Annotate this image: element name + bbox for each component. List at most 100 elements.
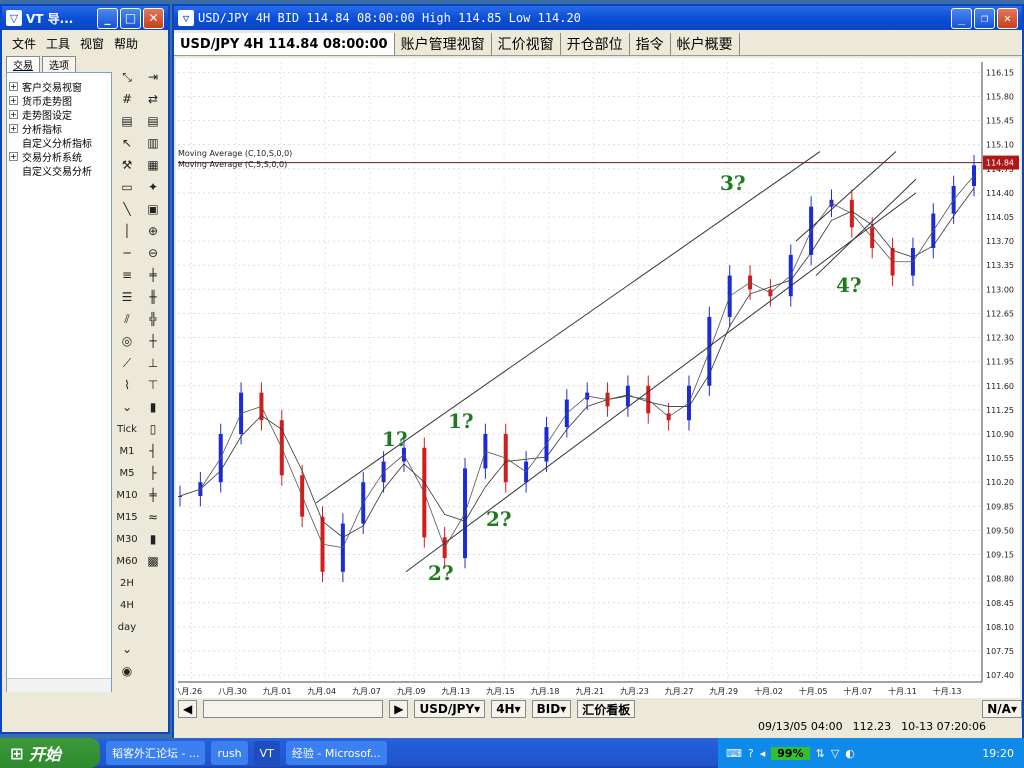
tools-icon[interactable]: ⚒ — [116, 154, 138, 176]
new-window-icon[interactable]: ✦ — [142, 176, 164, 198]
window-list-icon[interactable]: ▣ — [142, 198, 164, 220]
timeframe-m10[interactable]: M10 — [116, 484, 138, 506]
expand-icon[interactable]: + — [9, 95, 18, 105]
timeframe-4h[interactable]: 4H — [116, 594, 138, 616]
symbol-select[interactable]: USD/JPY ▾ — [414, 700, 486, 718]
hline-icon[interactable]: ─ — [116, 242, 138, 264]
close-button[interactable]: ✕ — [143, 7, 164, 29]
chart-area[interactable]: 116.15115.80115.45115.10114.75114.40114.… — [176, 58, 1020, 698]
expand-icon[interactable]: + — [9, 123, 18, 133]
close-button[interactable]: ✕ — [997, 7, 1018, 29]
wave-icon[interactable]: ⌇ — [116, 374, 138, 396]
tab-trade[interactable]: 交易 — [6, 56, 40, 73]
taskbar-item-vt[interactable]: VT — [253, 741, 280, 765]
help-icon[interactable]: ? — [748, 747, 754, 760]
expand-icon[interactable]: + — [9, 81, 18, 91]
timeframe-m1[interactable]: M1 — [116, 440, 138, 462]
expand-icon[interactable]: + — [9, 151, 18, 161]
keyboard-icon[interactable]: ⌨ — [726, 747, 742, 760]
cursor-icon[interactable]: ⤡ — [116, 66, 138, 88]
chevron-down-icon[interactable]: ⌄ — [116, 396, 138, 418]
tree-item-custom-indicators[interactable]: 自定义分析指标 — [9, 135, 109, 150]
line-icon[interactable]: ╲ — [116, 198, 138, 220]
zoom-in-icon[interactable]: ⊕ — [142, 220, 164, 242]
grid-icon[interactable]: # — [116, 88, 138, 110]
maximize-button[interactable]: □ — [120, 7, 141, 29]
channel-icon[interactable]: ≡ — [116, 264, 138, 286]
fib-icon[interactable]: ☰ — [116, 286, 138, 308]
chevron-down-icon[interactable]: ⌄ — [116, 638, 138, 660]
timeframe-day[interactable]: day — [116, 616, 138, 638]
gann-icon[interactable]: ⫽ — [116, 308, 138, 330]
tree-item-client-window[interactable]: + 客户交易视窗 — [9, 79, 109, 94]
tab-orders[interactable]: 指令 — [630, 33, 671, 55]
wave-icon[interactable]: ≈ — [142, 506, 164, 528]
minimize-button[interactable]: _ — [951, 7, 972, 29]
circle-icon[interactable]: ◎ — [116, 330, 138, 352]
crosshair-icon[interactable]: ╪ — [142, 264, 164, 286]
pin-icon[interactable]: ⇥ — [142, 66, 164, 88]
arrow-icon[interactable]: ↖ — [116, 132, 138, 154]
tab-options[interactable]: 选项 — [42, 56, 76, 73]
tab-quotes[interactable]: 汇价视窗 — [492, 33, 561, 55]
timeframe-tick[interactable]: Tick — [116, 418, 138, 440]
tab-chart[interactable]: USD/JPY 4H 114.84 08:00:00 — [174, 33, 395, 55]
pattern-icon[interactable]: ▩ — [142, 550, 164, 572]
expand-icon[interactable]: + — [9, 109, 18, 119]
taskbar-item-forum[interactable]: 韬客外汇论坛 - ... — [106, 741, 206, 765]
candle-icon[interactable]: ▮ — [142, 396, 164, 418]
volume-icon[interactable]: ◐ — [845, 747, 855, 760]
quote-board-button[interactable]: 汇价看板 — [577, 700, 636, 718]
timeframe-m60[interactable]: M60 — [116, 550, 138, 572]
tab-summary[interactable]: 帐户概要 — [671, 33, 740, 55]
taskbar-item-rush[interactable]: rush — [211, 741, 248, 765]
menu-help[interactable]: 帮助 — [114, 35, 138, 52]
vt-tray-icon[interactable]: ▽ — [831, 747, 839, 760]
timeframe-m5[interactable]: M5 — [116, 462, 138, 484]
vline-icon[interactable]: │ — [116, 220, 138, 242]
scroll-left-button[interactable]: ◀ — [178, 700, 198, 718]
print-icon[interactable]: ▤ — [116, 110, 138, 132]
restore-button[interactable]: ❐ — [974, 7, 995, 29]
layout-grid-icon[interactable]: ▦ — [142, 154, 164, 176]
zoom-select[interactable]: N/A ▾ — [982, 700, 1022, 718]
chart-titlebar[interactable]: ▽ USD/JPY 4H BID 114.84 08:00:00 High 11… — [174, 6, 1022, 30]
scroll-right-button[interactable]: ▶ — [389, 700, 409, 718]
menu-view[interactable]: 视窗 — [80, 35, 104, 52]
layout-cols-icon[interactable]: ▥ — [142, 132, 164, 154]
candle-green-icon[interactable]: ▮ — [142, 528, 164, 550]
line-chart-icon[interactable]: ╪ — [142, 484, 164, 506]
candle-red-icon[interactable]: ▯ — [142, 418, 164, 440]
layout-rows-icon[interactable]: ▤ — [142, 110, 164, 132]
ray-icon[interactable]: ⟋ — [116, 352, 138, 374]
start-button[interactable]: ⊞ 开始 — [0, 738, 100, 768]
swap-icon[interactable]: ⇄ — [142, 88, 164, 110]
tree-item-custom-trading[interactable]: 自定义交易分析 — [9, 163, 109, 178]
tab-positions[interactable]: 开仓部位 — [561, 33, 630, 55]
folder-icon[interactable]: ▭ — [116, 176, 138, 198]
timeframe-m15[interactable]: M15 — [116, 506, 138, 528]
settings-icon[interactable]: ◉ — [116, 660, 138, 682]
battery-indicator[interactable]: 99% — [771, 746, 810, 760]
ohlc-2-icon[interactable]: ├ — [142, 462, 164, 484]
taskbar-item-word[interactable]: 经验 - Microsof... — [285, 741, 387, 765]
tree-item-currency-charts[interactable]: + 货币走势图 — [9, 93, 109, 108]
zoom-out-icon[interactable]: ⊖ — [142, 242, 164, 264]
scale-icon[interactable]: ⊤ — [142, 374, 164, 396]
bars-icon[interactable]: ┼ — [142, 330, 164, 352]
align-icon[interactable]: ⊥ — [142, 352, 164, 374]
tree-item-chart-settings[interactable]: + 走势图设定 — [9, 107, 109, 122]
notify-icon[interactable]: ◂ — [760, 747, 766, 760]
chart-scrollbar[interactable] — [203, 700, 384, 718]
navigator-scrollbar[interactable] — [7, 678, 111, 692]
network-icon[interactable]: ⇅ — [816, 747, 825, 760]
menu-file[interactable]: 文件 — [12, 35, 36, 52]
ohlc-icon[interactable]: ┤ — [142, 440, 164, 462]
move-left-icon[interactable]: ╫ — [142, 286, 164, 308]
tab-account[interactable]: 账户管理视窗 — [395, 33, 492, 55]
menu-tools[interactable]: 工具 — [46, 35, 70, 52]
side-select[interactable]: BID ▾ — [531, 700, 572, 718]
period-select[interactable]: 4H ▾ — [491, 700, 526, 718]
move-right-icon[interactable]: ╬ — [142, 308, 164, 330]
navigator-titlebar[interactable]: ▽ VT 导... _ □ ✕ — [2, 6, 168, 30]
